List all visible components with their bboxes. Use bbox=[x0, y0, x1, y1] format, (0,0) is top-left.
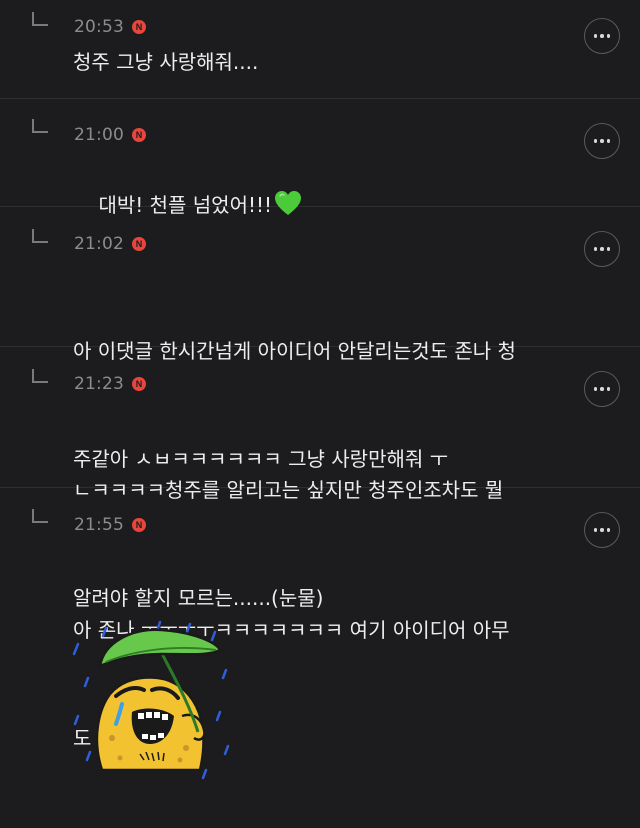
comment-timestamp: 20:53 bbox=[74, 17, 124, 37]
more-dot-icon bbox=[593, 247, 598, 251]
new-badge: N bbox=[132, 377, 146, 391]
more-dot-icon bbox=[593, 139, 598, 143]
comment-timestamp: 21:02 bbox=[74, 234, 124, 254]
new-badge: N bbox=[132, 518, 146, 532]
more-dot-icon bbox=[606, 34, 611, 38]
comment-timestamp: 21:55 bbox=[74, 515, 124, 535]
reply-arrow-icon bbox=[32, 369, 48, 383]
new-badge: N bbox=[132, 128, 146, 142]
more-dot-icon bbox=[600, 387, 604, 391]
reply-comment: 21:02 N 아 이댓글 한시간넘게 아이디어 안달리는것도 존나 청 주같아… bbox=[0, 207, 640, 471]
more-dot-icon bbox=[600, 34, 604, 38]
crying-toad-under-leaf-sticker[interactable] bbox=[70, 620, 240, 785]
more-dot-icon bbox=[600, 139, 604, 143]
more-dot-icon bbox=[593, 528, 598, 532]
more-dot-icon bbox=[593, 34, 598, 38]
more-dot-icon bbox=[606, 139, 611, 143]
reply-comment: 20:53 N 청주 그냥 사랑해줘.... bbox=[0, 0, 640, 99]
more-dot-icon bbox=[600, 528, 604, 532]
new-badge: N bbox=[132, 237, 146, 251]
new-badge: N bbox=[132, 20, 146, 34]
more-options-button[interactable] bbox=[584, 231, 620, 267]
reply-arrow-icon bbox=[32, 229, 48, 243]
more-options-button[interactable] bbox=[584, 512, 620, 548]
more-dot-icon bbox=[600, 247, 604, 251]
reply-comment: 21:23 N ㄴㅋㅋㅋㅋ청주를 알리고는 싶지만 청주인조차도 뭘 알려야 할… bbox=[0, 347, 640, 610]
more-dot-icon bbox=[593, 387, 598, 391]
reply-arrow-icon bbox=[32, 12, 48, 26]
comment-timestamp: 21:23 bbox=[74, 374, 124, 394]
reply-arrow-icon bbox=[32, 509, 48, 523]
more-dot-icon bbox=[606, 387, 611, 391]
more-options-button[interactable] bbox=[584, 18, 620, 54]
more-dot-icon bbox=[606, 247, 611, 251]
more-options-button[interactable] bbox=[584, 123, 620, 159]
more-dot-icon bbox=[606, 528, 611, 532]
reply-arrow-icon bbox=[32, 119, 48, 133]
comment-timestamp: 21:00 bbox=[74, 125, 124, 145]
comment-text: 청주 그냥 사랑해줘.... bbox=[73, 50, 259, 74]
reply-comment: 21:00 N 대박! 천플 넘었어!!! bbox=[0, 99, 640, 217]
more-options-button[interactable] bbox=[584, 371, 620, 407]
